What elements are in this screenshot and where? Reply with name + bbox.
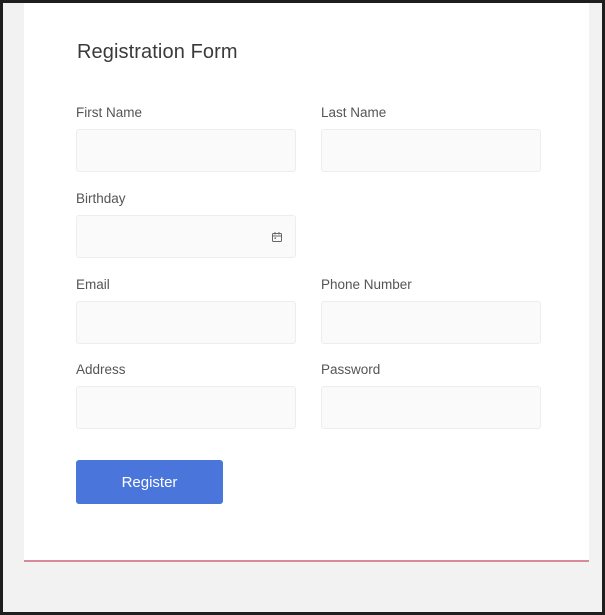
- birthday-field-group: Birthday: [76, 190, 296, 258]
- form-title: Registration Form: [77, 41, 238, 63]
- birthday-date-picker: [76, 215, 296, 258]
- address-label: Address: [76, 362, 126, 377]
- birthday-label: Birthday: [76, 191, 126, 206]
- calendar-icon[interactable]: [271, 230, 283, 242]
- phone-field-group: Phone Number: [321, 276, 541, 344]
- birthday-input[interactable]: [76, 215, 296, 258]
- register-button[interactable]: Register: [76, 460, 223, 504]
- email-field-group: Email: [76, 276, 296, 344]
- email-input[interactable]: [76, 301, 296, 344]
- first-name-input[interactable]: [76, 129, 296, 172]
- last-name-input[interactable]: [321, 129, 541, 172]
- email-label: Email: [76, 277, 110, 292]
- first-name-field-group: First Name: [76, 104, 296, 172]
- password-label: Password: [321, 362, 381, 377]
- address-input[interactable]: [76, 386, 296, 429]
- phone-number-label: Phone Number: [321, 277, 412, 292]
- registration-form-card: Registration Form First Name Last Name B…: [24, 3, 589, 562]
- first-name-label: First Name: [76, 105, 143, 120]
- last-name-field-group: Last Name: [321, 104, 541, 172]
- password-input[interactable]: [321, 386, 541, 429]
- address-field-group: Address: [76, 361, 296, 429]
- password-field-group: Password: [321, 361, 541, 429]
- last-name-label: Last Name: [321, 105, 387, 120]
- phone-number-input[interactable]: [321, 301, 541, 344]
